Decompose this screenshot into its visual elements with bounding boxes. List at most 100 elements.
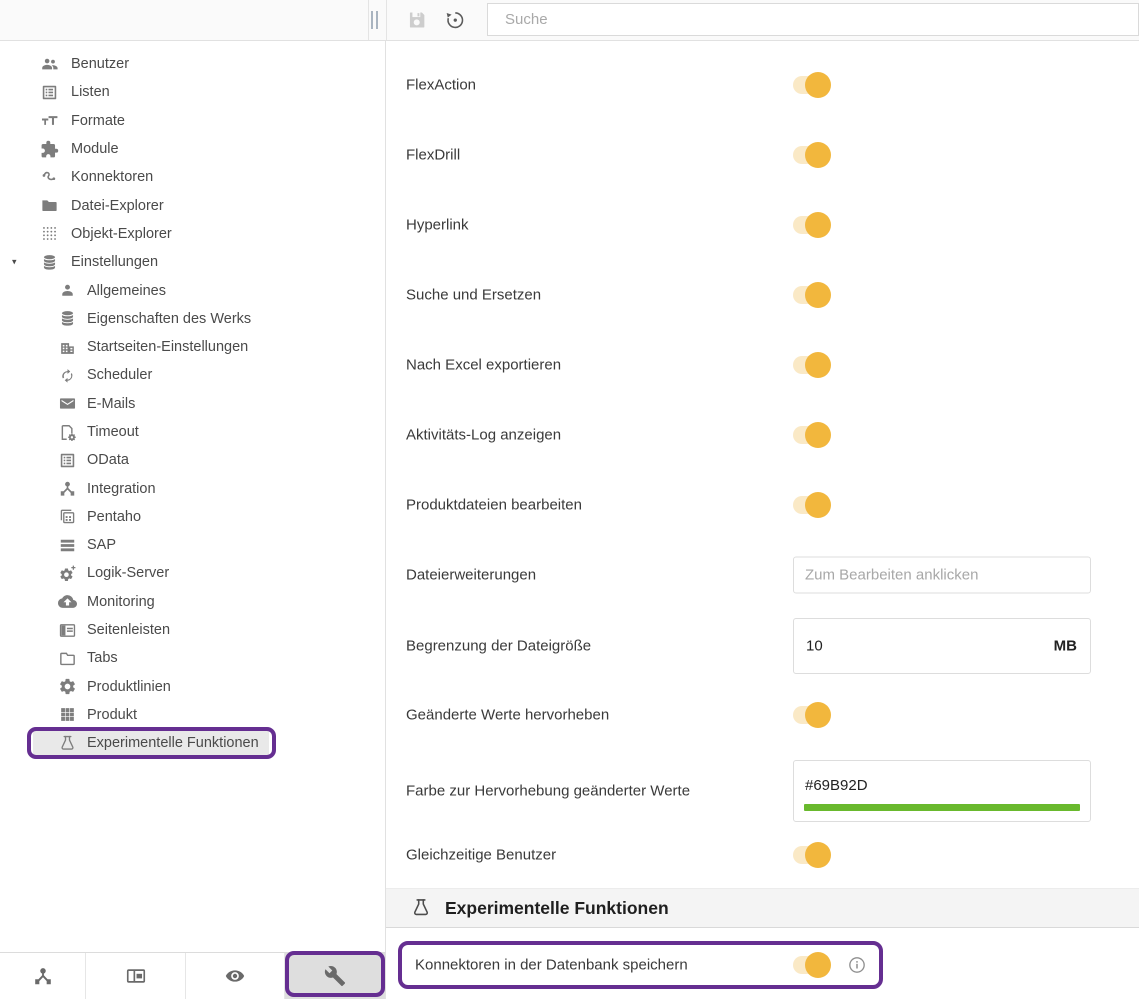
bottom-tab-tools[interactable] — [285, 953, 385, 999]
grid-icon — [58, 705, 77, 724]
sidebar-item-pentaho[interactable]: Pentaho — [0, 503, 384, 531]
sidebar-item-label: Seitenleisten — [87, 622, 170, 638]
setting-label: FlexAction — [406, 77, 476, 94]
sidebar-item-label: Logik-Server — [87, 565, 169, 581]
input-dateierweiterungen[interactable] — [793, 557, 1091, 594]
setting-row-nach-excel-exportieren: Nach Excel exportieren — [386, 345, 1139, 385]
sidebar-item-allgemeines[interactable]: Allgemeines — [0, 276, 384, 304]
bottom-tab-layout[interactable] — [86, 953, 186, 999]
input-begrenzung-der-dateigr-e[interactable]: 10MB — [793, 618, 1091, 674]
sidebar-item-tabs[interactable]: Tabs — [0, 644, 384, 672]
expander-arrow-icon[interactable] — [12, 257, 17, 268]
sidebar-item-label: Pentaho — [87, 509, 141, 525]
setting-row-flexaction: FlexAction — [386, 65, 1139, 105]
sidebar-item-label: Benutzer — [71, 56, 129, 72]
sidebar-item-label: Allgemeines — [87, 283, 166, 299]
sidebar-item-startseiten-einstellungen[interactable]: Startseiten-Einstellungen — [0, 333, 384, 361]
search-input[interactable] — [487, 3, 1139, 36]
sidebar-item-label: Scheduler — [87, 367, 152, 383]
sidebar-item-sap[interactable]: SAP — [0, 531, 384, 559]
connector-icon — [40, 168, 59, 187]
gear-icon — [58, 677, 77, 696]
sidebar-item-listen[interactable]: Listen — [0, 78, 384, 106]
toggle-flexaction[interactable] — [793, 76, 829, 94]
building-icon — [58, 338, 77, 357]
sidebar-item-label: Integration — [87, 481, 156, 497]
cloud-up-icon — [58, 592, 77, 611]
sidebar-item-benutzer[interactable]: Benutzer — [0, 50, 384, 78]
splitter-handle-icon[interactable] — [370, 11, 380, 29]
setting-label: Farbe zur Hervorhebung geänderter Werte — [406, 783, 690, 800]
tab-icon — [58, 649, 77, 668]
toggle-aktivit-ts-log-anzeigen[interactable] — [793, 426, 829, 444]
toggle-ge-nderte-werte-hervorheben[interactable] — [793, 706, 829, 724]
sidebar-item-label: SAP — [87, 537, 116, 553]
sidebar-item-experimentelle-funktionen[interactable]: Experimentelle Funktionen — [0, 729, 384, 757]
sidebar-item-objekt-explorer[interactable]: Objekt-Explorer — [0, 220, 384, 248]
toggle-knob — [805, 422, 831, 448]
sidebar-item-label: Objekt-Explorer — [71, 226, 172, 242]
sidebar-item-konnektoren[interactable]: Konnektoren — [0, 163, 384, 191]
sidebar-item-e-mails[interactable]: E-Mails — [0, 390, 384, 418]
sidebar-item-label: E-Mails — [87, 396, 135, 412]
sidebar-item-label: Tabs — [87, 650, 118, 666]
sidebar-item-scheduler[interactable]: Scheduler — [0, 361, 384, 389]
toggle-hyperlink[interactable] — [793, 216, 829, 234]
folder-icon — [40, 196, 59, 215]
sidebar-item-datei-explorer[interactable]: Datei-Explorer — [0, 191, 384, 219]
toggle-produktdateien-bearbeiten[interactable] — [793, 496, 829, 514]
info-icon[interactable] — [847, 955, 867, 975]
toggle-nach-excel-exportieren[interactable] — [793, 356, 829, 374]
setting-row-dateierweiterungen: Dateierweiterungen — [386, 555, 1139, 595]
save-button[interactable] — [406, 9, 428, 31]
toggle-gleichzeitige-benutzer[interactable] — [793, 846, 829, 864]
sidebar-item-produkt[interactable]: Produkt — [0, 701, 384, 729]
sidebar-item-label: Timeout — [87, 424, 139, 440]
sidebar-item-formate[interactable]: Formate — [0, 107, 384, 135]
bottom-tab-preview[interactable] — [186, 953, 285, 999]
restore-button[interactable] — [444, 9, 466, 31]
color-swatch-bar — [804, 804, 1080, 811]
setting-row-gleichzeitige-benutzer: Gleichzeitige Benutzer — [386, 835, 1139, 875]
sidebar-item-einstellungen[interactable]: Einstellungen — [0, 248, 384, 276]
sidebar-item-label: Konnektoren — [71, 169, 153, 185]
setting-label: Nach Excel exportieren — [406, 357, 561, 374]
sidebar-item-label: Einstellungen — [71, 254, 158, 270]
database-icon — [40, 253, 59, 272]
sidebar-item-produktlinien[interactable]: Produktlinien — [0, 673, 384, 701]
setting-row-konnektoren-in-der-datenbank-speichern: Konnektoren in der Datenbank speichern — [386, 945, 1139, 985]
setting-row-begrenzung-der-dateigr-e: Begrenzung der Dateigröße10MB — [386, 618, 1139, 674]
input-field-dateierweiterungen[interactable] — [794, 558, 1090, 593]
sidebar-item-odata[interactable]: OData — [0, 446, 384, 474]
top-toolbar — [0, 0, 1139, 41]
sidebar-item-logik-server[interactable]: Logik-Server — [0, 559, 384, 587]
bottom-tab-integration[interactable] — [0, 953, 86, 999]
mail-icon — [58, 394, 77, 413]
sidebar-item-timeout[interactable]: Timeout — [0, 418, 384, 446]
eye-icon — [224, 965, 246, 987]
setting-row-farbe-zur-hervorhebung-ge-nderter-werte: Farbe zur Hervorhebung geänderter Werte #… — [386, 760, 1139, 822]
users-icon — [40, 55, 59, 74]
hub-icon — [58, 479, 77, 498]
toggle-suche-und-ersetzen[interactable] — [793, 286, 829, 304]
setting-row-suche-und-ersetzen: Suche und Ersetzen — [386, 275, 1139, 315]
sidebar-item-label: Monitoring — [87, 594, 155, 610]
toggle-knob — [805, 352, 831, 378]
list-icon — [40, 83, 59, 102]
bottom-tab-bar — [0, 952, 386, 999]
sidebar-item-eigenschaften-des-werks[interactable]: Eigenschaften des Werks — [0, 305, 384, 333]
toggle-knob — [805, 842, 831, 868]
sidebar-item-label: Produktlinien — [87, 679, 171, 695]
input-value: 10 — [806, 638, 823, 655]
sidebar-item-module[interactable]: Module — [0, 135, 384, 163]
toggle-konnektoren-in-der-datenbank-speichern[interactable] — [793, 956, 829, 974]
section-header-experimental: Experimentelle Funktionen — [386, 888, 1139, 928]
toggle-flexdrill[interactable] — [793, 146, 829, 164]
sidebar-item-monitoring[interactable]: Monitoring — [0, 588, 384, 616]
flask-icon — [410, 897, 432, 919]
sidebar-item-integration[interactable]: Integration — [0, 474, 384, 502]
input-farbe-zur-hervorhebung-ge-nderter-werte[interactable]: #69B92D — [793, 760, 1091, 822]
sidebar-item-seitenleisten[interactable]: Seitenleisten — [0, 616, 384, 644]
puzzle-icon — [40, 140, 59, 159]
setting-label: Konnektoren in der Datenbank speichern — [415, 957, 688, 974]
